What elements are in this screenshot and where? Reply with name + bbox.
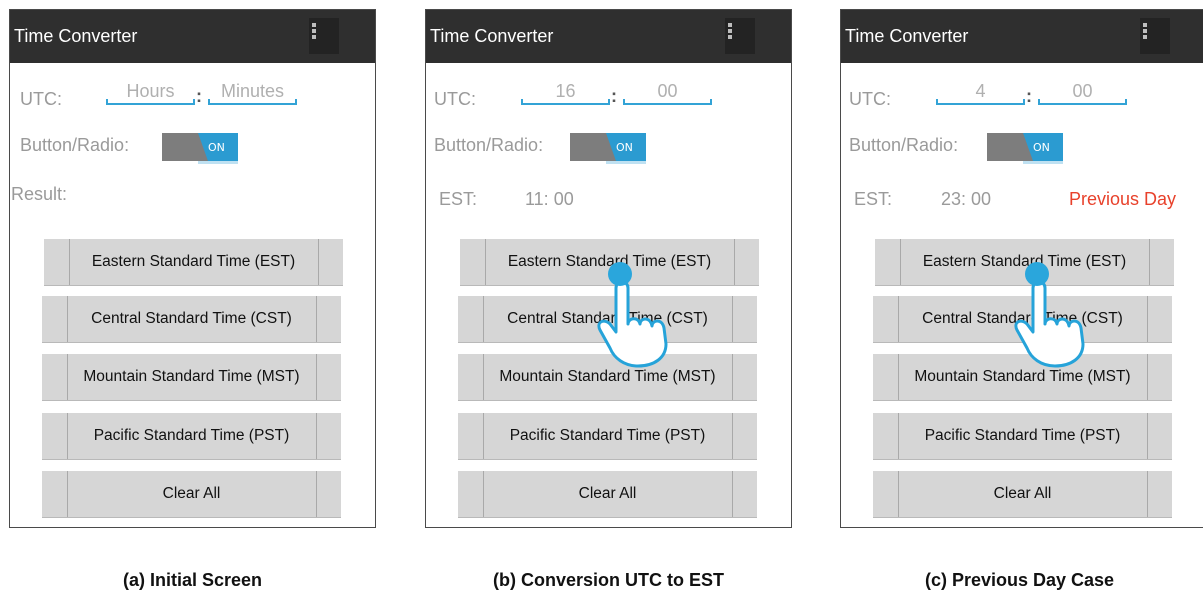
screen-b: Time Converter UTC: 16 : 00 Button/Radio… bbox=[425, 9, 792, 528]
overflow-menu-button[interactable] bbox=[309, 18, 339, 54]
toggle-on-label: ON bbox=[1033, 141, 1050, 154]
pst-button-label: Pacific Standard Time (PST) bbox=[93, 427, 290, 444]
clear-all-button[interactable]: Clear All bbox=[873, 471, 1172, 517]
est-result-label: EST: bbox=[439, 189, 478, 209]
toggle-on-label: ON bbox=[616, 141, 633, 154]
est-result-value: 11: 00 bbox=[525, 189, 574, 209]
overflow-menu-button[interactable] bbox=[1140, 18, 1170, 54]
tap-hand-icon bbox=[1014, 262, 1085, 368]
time-colon: : bbox=[196, 86, 202, 106]
clear-all-button-label: Clear All bbox=[993, 485, 1052, 502]
caption-c: (c) Previous Day Case bbox=[924, 570, 1115, 590]
app-bar: Time Converter bbox=[426, 10, 791, 63]
pst-button[interactable]: Pacific Standard Time (PST) bbox=[42, 413, 341, 459]
mst-button-label: Mountain Standard Time (MST) bbox=[83, 368, 300, 385]
app-title: Time Converter bbox=[430, 26, 554, 46]
utc-label: UTC: bbox=[20, 89, 62, 109]
pst-button-label: Pacific Standard Time (PST) bbox=[509, 427, 706, 444]
est-result-label: EST: bbox=[854, 189, 893, 209]
hours-input[interactable]: 4 bbox=[936, 81, 1025, 105]
mst-button[interactable]: Mountain Standard Time (MST) bbox=[42, 354, 341, 400]
minutes-input[interactable]: 00 bbox=[623, 81, 712, 105]
overflow-menu-button[interactable] bbox=[725, 18, 755, 54]
button-radio-label: Button/Radio: bbox=[849, 135, 959, 155]
minutes-input[interactable]: Minutes bbox=[208, 81, 297, 105]
button-radio-toggle[interactable]: ON bbox=[570, 133, 646, 164]
button-radio-toggle[interactable]: ON bbox=[162, 133, 238, 164]
utc-label: UTC: bbox=[434, 89, 476, 109]
previous-day-note: Previous Day bbox=[1069, 189, 1177, 209]
pst-button[interactable]: Pacific Standard Time (PST) bbox=[458, 413, 757, 459]
app-title: Time Converter bbox=[14, 26, 138, 46]
pst-button[interactable]: Pacific Standard Time (PST) bbox=[873, 413, 1172, 459]
overflow-menu-icon bbox=[312, 23, 316, 39]
button-radio-label: Button/Radio: bbox=[20, 135, 130, 155]
button-radio-label: Button/Radio: bbox=[434, 135, 544, 155]
cst-button-label: Central Standard Time (CST) bbox=[91, 310, 292, 327]
clear-all-button-label: Clear All bbox=[578, 485, 637, 502]
time-colon: : bbox=[1026, 86, 1032, 106]
overflow-menu-icon bbox=[1143, 23, 1147, 39]
clear-all-button[interactable]: Clear All bbox=[458, 471, 757, 517]
overflow-menu-icon bbox=[728, 23, 732, 39]
clear-all-button-label: Clear All bbox=[162, 485, 221, 502]
caption-a: (a) Initial Screen bbox=[122, 570, 263, 590]
est-button-label: Eastern Standard Time (EST) bbox=[91, 253, 296, 270]
mst-button-label: Mountain Standard Time (MST) bbox=[499, 368, 716, 385]
button-radio-toggle[interactable]: ON bbox=[987, 133, 1063, 164]
mst-button-label: Mountain Standard Time (MST) bbox=[914, 368, 1131, 385]
cst-button[interactable]: Central Standard Time (CST) bbox=[42, 296, 341, 342]
time-colon: : bbox=[611, 86, 617, 106]
hours-input[interactable]: Hours bbox=[106, 81, 195, 105]
minutes-input[interactable]: 00 bbox=[1038, 81, 1127, 105]
result-label: Result: bbox=[11, 184, 68, 204]
app-bar: Time Converter bbox=[10, 10, 375, 63]
hours-input[interactable]: 16 bbox=[521, 81, 610, 105]
clear-all-button[interactable]: Clear All bbox=[42, 471, 341, 517]
screen-a: Time Converter UTC: Hours : Minutes Butt… bbox=[9, 9, 376, 528]
app-title: Time Converter bbox=[845, 26, 969, 46]
caption-b: (b) Conversion UTC to EST bbox=[493, 570, 724, 590]
toggle-on-label: ON bbox=[208, 141, 225, 154]
est-button[interactable]: Eastern Standard Time (EST) bbox=[44, 239, 343, 285]
screen-c: Time Converter UTC: 4 : 00 Button/Radio:… bbox=[840, 9, 1203, 528]
app-bar: Time Converter bbox=[841, 10, 1203, 63]
pst-button-label: Pacific Standard Time (PST) bbox=[924, 427, 1121, 444]
utc-label: UTC: bbox=[849, 89, 891, 109]
est-result-value: 23: 00 bbox=[941, 189, 992, 209]
tap-hand-icon bbox=[597, 262, 668, 368]
